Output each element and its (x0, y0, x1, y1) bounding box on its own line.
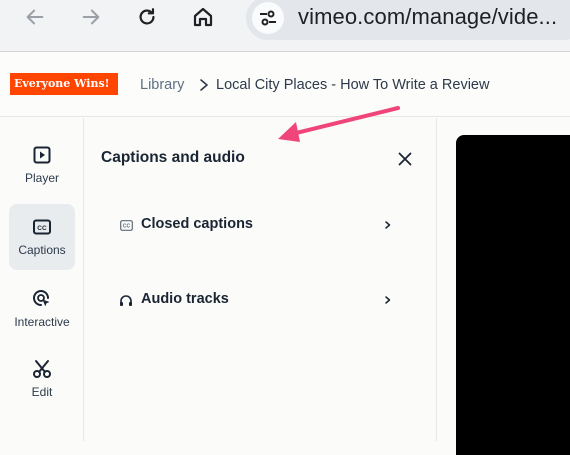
home-icon (193, 7, 213, 27)
left-rail: Player CC Captions Interactive Edit (0, 118, 84, 441)
site-settings-icon[interactable] (252, 2, 284, 34)
interactive-cursor-icon (32, 289, 52, 309)
breadcrumb-library-link[interactable]: Library (140, 77, 184, 93)
player-area (438, 118, 570, 455)
panel-title: Captions and audio (101, 149, 245, 166)
annotation-arrow-icon (278, 106, 400, 142)
home-button[interactable] (188, 2, 218, 32)
scissors-icon (32, 359, 52, 379)
forward-arrow-icon (82, 9, 100, 25)
address-bar[interactable]: vimeo.com/manage/vide... (246, 0, 570, 40)
play-square-icon (32, 145, 52, 165)
close-icon (398, 152, 412, 166)
rail-label-captions: Captions (18, 243, 66, 257)
rail-item-edit[interactable]: Edit (9, 346, 75, 412)
url-text: vimeo.com/manage/vide... (298, 4, 558, 29)
reload-button[interactable] (132, 2, 162, 32)
close-panel-button[interactable] (395, 149, 415, 169)
brand-logo[interactable]: Everyone Wins! (10, 73, 118, 95)
svg-text:CC: CC (122, 223, 130, 229)
rail-label-interactive: Interactive (14, 315, 70, 329)
cc-icon: CC (32, 217, 52, 237)
chevron-right-icon (200, 79, 208, 91)
chevron-right-icon (385, 221, 391, 229)
chevron-right-icon (385, 296, 391, 304)
audio-tracks-label: Audio tracks (141, 291, 229, 307)
audio-tracks-row[interactable]: Audio tracks (115, 285, 395, 315)
headphones-icon (119, 293, 133, 307)
back-button[interactable] (20, 2, 50, 32)
rail-label-edit: Edit (31, 385, 53, 399)
closed-captions-label: Closed captions (141, 216, 253, 232)
rail-item-player[interactable]: Player (9, 132, 75, 198)
svg-text:CC: CC (37, 225, 47, 232)
video-player[interactable] (456, 135, 570, 455)
breadcrumb-current: Local City Places - How To Write a Revie… (216, 77, 490, 93)
browser-toolbar: vimeo.com/manage/vide... (0, 0, 570, 52)
reload-icon (139, 8, 155, 25)
cc-icon: CC (119, 218, 133, 232)
back-arrow-icon (26, 9, 44, 25)
forward-button[interactable] (76, 2, 106, 32)
captions-audio-panel: Captions and audio CC Closed captions Au… (85, 118, 437, 441)
rail-item-captions[interactable]: CC Captions (9, 204, 75, 270)
rail-item-interactive[interactable]: Interactive (9, 276, 75, 342)
rail-label-player: Player (24, 171, 59, 185)
closed-captions-row[interactable]: CC Closed captions (115, 210, 395, 240)
